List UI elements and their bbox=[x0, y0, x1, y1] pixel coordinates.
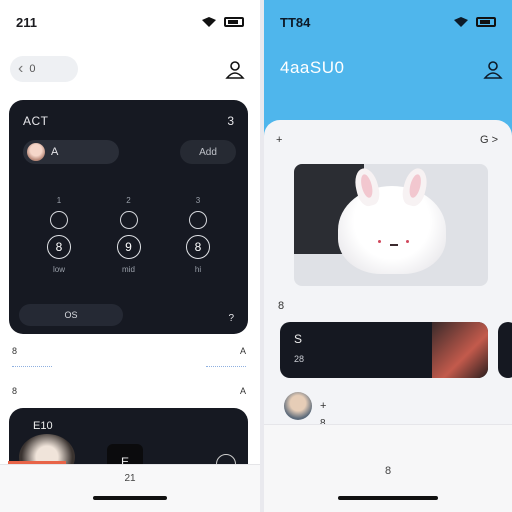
control-3[interactable]: 3 8 hi bbox=[168, 196, 228, 274]
info-row-2-left: 8 bbox=[12, 386, 18, 396]
dotted-divider bbox=[12, 366, 246, 367]
control-2-label: mid bbox=[122, 265, 135, 274]
control-3-button[interactable]: 8 bbox=[186, 235, 210, 259]
tab-home[interactable]: 8 bbox=[385, 465, 391, 477]
info-row-1: 8 A bbox=[12, 346, 246, 356]
status-bar: 211 bbox=[16, 14, 244, 30]
control-1-button[interactable]: 8 bbox=[47, 235, 71, 259]
control-card: ACT 3 A Add 1 8 low 2 9 mid 3 8 hi OS ? bbox=[9, 100, 248, 334]
media-card-title: E10 bbox=[33, 420, 53, 432]
mouth bbox=[390, 244, 398, 246]
feature-card-image bbox=[432, 322, 488, 378]
card-count: 3 bbox=[227, 114, 234, 128]
feature-card-title: S bbox=[294, 332, 303, 346]
ear-left bbox=[351, 165, 383, 209]
bottom-tab-bar: 21 bbox=[0, 464, 260, 512]
ring-icon bbox=[119, 211, 138, 229]
status-time: 211 bbox=[16, 14, 37, 30]
hero-image[interactable] bbox=[294, 164, 488, 286]
feature-card[interactable]: S 28 bbox=[280, 322, 488, 378]
wifi-icon bbox=[202, 17, 216, 27]
info-row-1-left: 8 bbox=[12, 346, 18, 356]
home-indicator bbox=[93, 496, 167, 500]
avatar bbox=[27, 143, 45, 161]
control-2-button[interactable]: 9 bbox=[116, 235, 141, 259]
wifi-icon bbox=[454, 17, 468, 27]
person-icon[interactable] bbox=[224, 58, 246, 80]
home-indicator bbox=[338, 496, 438, 500]
list-item[interactable]: + bbox=[284, 392, 326, 420]
control-2[interactable]: 2 9 mid bbox=[99, 196, 159, 274]
info-row-2-right: A bbox=[239, 386, 246, 396]
person-icon[interactable] bbox=[482, 58, 504, 80]
bottom-tab-bar: 8 bbox=[264, 424, 512, 512]
user-chip-label: A bbox=[51, 146, 59, 158]
card-footer-chip[interactable]: OS bbox=[19, 304, 123, 326]
card-title: ACT bbox=[23, 114, 49, 128]
left-phone-screen: 211 ‹ 0 ACT 3 A Add 1 8 low 2 9 mid 3 8 … bbox=[0, 0, 260, 512]
control-1[interactable]: 1 8 low bbox=[29, 196, 89, 274]
ring-icon bbox=[189, 211, 207, 229]
user-chip[interactable]: A bbox=[23, 140, 119, 164]
status-bar: TT84 bbox=[280, 14, 496, 30]
ear-right bbox=[399, 165, 431, 209]
info-row-1-right: A bbox=[239, 346, 246, 356]
battery-icon bbox=[476, 17, 496, 27]
sheet-header-right[interactable]: G > bbox=[480, 134, 498, 146]
back-chip[interactable]: ‹ 0 bbox=[10, 56, 78, 82]
feature-card-subtitle: 28 bbox=[294, 354, 305, 364]
info-row-2: 8 A bbox=[12, 386, 246, 396]
add-button[interactable]: Add bbox=[180, 140, 236, 164]
help-icon[interactable]: ? bbox=[228, 313, 234, 324]
battery-icon bbox=[224, 17, 244, 27]
back-chip-label: 0 bbox=[29, 63, 36, 75]
list-item-title: + bbox=[320, 400, 327, 412]
chevron-left-icon: ‹ bbox=[18, 60, 24, 77]
eye-right bbox=[406, 240, 409, 243]
control-1-top: 1 bbox=[56, 196, 62, 205]
ring-icon bbox=[50, 211, 68, 229]
control-group: 1 8 low 2 9 mid 3 8 hi bbox=[29, 196, 228, 274]
sheet-header-left[interactable]: + bbox=[276, 134, 282, 146]
sheet-header: + G > bbox=[276, 134, 498, 146]
next-card-peek[interactable] bbox=[498, 322, 512, 378]
content-sheet: + G > 8 S 28 + 8 8 bbox=[264, 120, 512, 512]
page-title: 4aaSU0 bbox=[280, 58, 345, 77]
eye-left bbox=[378, 240, 381, 243]
control-3-top: 3 bbox=[195, 196, 201, 205]
status-time: TT84 bbox=[280, 14, 311, 30]
section-heading: 8 bbox=[278, 300, 285, 312]
control-2-top: 2 bbox=[126, 196, 131, 205]
avatar bbox=[284, 392, 312, 420]
right-phone-screen: TT84 4aaSU0 + G > 8 S 28 + 8 bbox=[264, 0, 512, 512]
tab-home[interactable]: 21 bbox=[124, 473, 135, 484]
bunny-figure bbox=[338, 165, 446, 274]
control-1-label: low bbox=[52, 265, 65, 274]
control-3-label: hi bbox=[194, 265, 202, 274]
